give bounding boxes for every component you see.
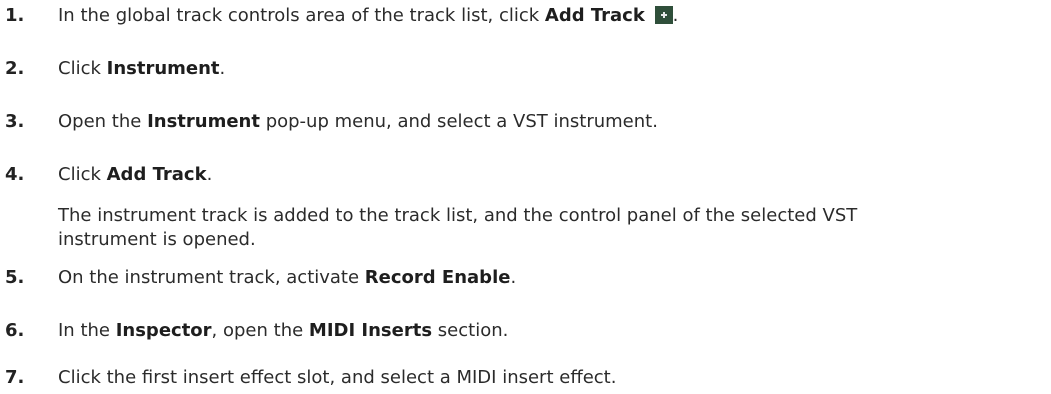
step-number: 2. bbox=[5, 58, 25, 79]
step-result-note: The instrument track is added to the tra… bbox=[58, 205, 858, 250]
step-text: In the Inspector, open the MIDI Inserts … bbox=[58, 320, 509, 341]
step-2: 2. Click Instrument. bbox=[0, 57, 1040, 81]
step-text: Click Instrument. bbox=[58, 58, 226, 79]
add-track-label: Add Track bbox=[544, 5, 645, 26]
step-number: 4. bbox=[5, 164, 25, 185]
step-number: 7. bbox=[5, 367, 25, 388]
add-track-icon bbox=[654, 6, 673, 24]
step-list: 1. In the global track controls area of … bbox=[0, 0, 1051, 394]
step-1: 1. In the global track controls area of … bbox=[0, 4, 1040, 28]
step-6: 6. In the Inspector, open the MIDI Inser… bbox=[0, 319, 1040, 343]
step-number: 1. bbox=[5, 5, 25, 26]
step-text: Open the Instrument pop-up menu, and sel… bbox=[58, 111, 658, 132]
step-3: 3. Open the Instrument pop-up menu, and … bbox=[0, 110, 1040, 134]
step-7: 7. Click the first insert effect slot, a… bbox=[0, 366, 1040, 390]
step-5: 5. On the instrument track, activate Rec… bbox=[0, 266, 1040, 290]
step-number: 6. bbox=[5, 320, 25, 341]
step-text: Click Add Track. bbox=[58, 164, 213, 185]
step-text: On the instrument track, activate Record… bbox=[58, 267, 517, 288]
step-number: 3. bbox=[5, 111, 25, 132]
step-text: Click the first insert effect slot, and … bbox=[58, 367, 617, 388]
step-number: 5. bbox=[5, 267, 25, 288]
step-text: In the global track controls area of the… bbox=[58, 5, 679, 26]
step-4: 4. Click Add Track. The instrument track… bbox=[0, 163, 1040, 252]
